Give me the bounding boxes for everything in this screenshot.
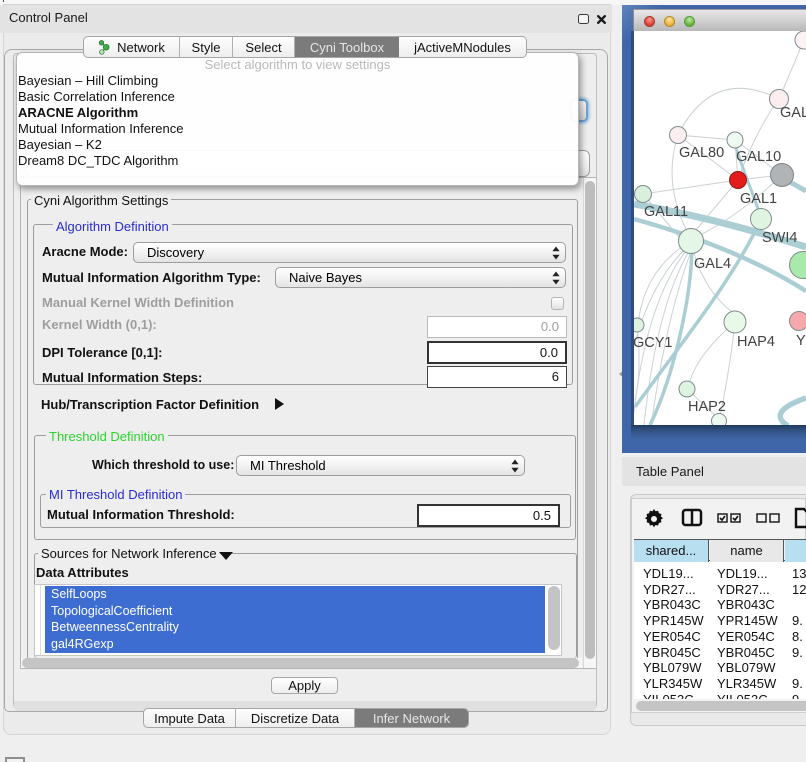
svg-text:Y: Y: [796, 333, 806, 349]
svg-text:HAP2: HAP2: [688, 399, 726, 415]
svg-text:GAL10: GAL10: [736, 149, 781, 165]
svg-text:GAL80: GAL80: [679, 145, 724, 161]
svg-text:GAL7: GAL7: [780, 105, 806, 121]
svg-text:HAP4: HAP4: [737, 334, 775, 350]
svg-text:GAL4: GAL4: [694, 256, 731, 272]
svg-text:SWI4: SWI4: [762, 230, 797, 246]
svg-text:GAL11: GAL11: [644, 204, 688, 220]
svg-text:GCY1: GCY1: [634, 335, 673, 351]
svg-text:GAL1: GAL1: [740, 191, 777, 207]
